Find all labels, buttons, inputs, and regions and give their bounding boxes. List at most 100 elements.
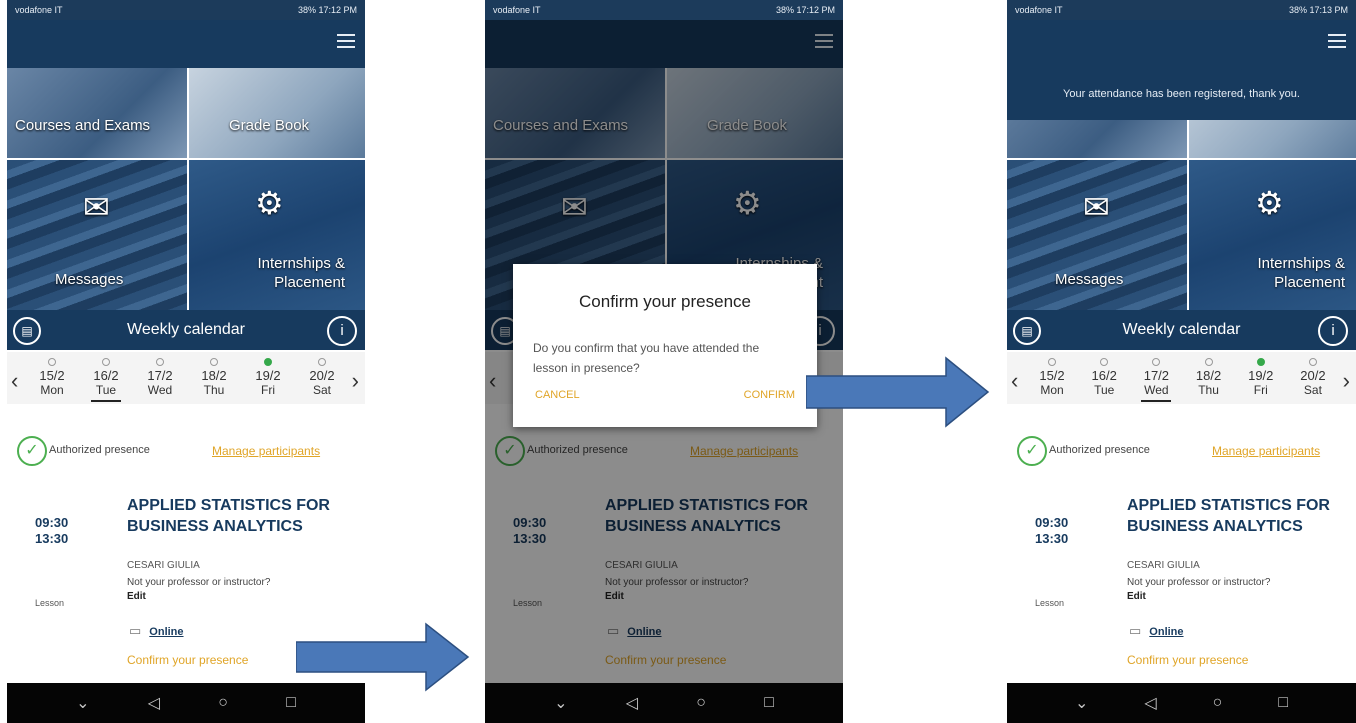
recents-icon[interactable]: □ [1278, 694, 1288, 712]
edit-link[interactable]: Edit [127, 591, 146, 602]
android-nav-bar: ⌄ ◁ ○ □ [485, 683, 843, 723]
status-bar: vodafone IT 38% 17:12 PM [7, 0, 365, 20]
hide-keyboard-icon[interactable]: ⌄ [76, 693, 89, 713]
day-item[interactable]: 20/2Sat [299, 352, 345, 404]
day-item[interactable]: 15/2Mon [1029, 352, 1075, 404]
tile-courses-exams[interactable]: Courses and Exams [7, 68, 187, 158]
hide-keyboard-icon[interactable]: ⌄ [554, 693, 567, 713]
carrier-label: vodafone IT [1015, 5, 1063, 15]
info-icon[interactable]: i [327, 316, 357, 346]
back-icon[interactable]: ◁ [1144, 693, 1156, 713]
hamburger-icon[interactable] [337, 34, 355, 48]
authorized-presence-label: Authorized presence [1049, 444, 1150, 456]
info-icon[interactable]: i [1318, 316, 1348, 346]
tile-label: Messages [1055, 271, 1124, 288]
carrier-label: vodafone IT [15, 5, 63, 15]
edit-link[interactable]: Edit [1127, 591, 1146, 602]
day-item[interactable]: 19/2Fri [245, 352, 291, 404]
hamburger-icon[interactable] [1328, 34, 1346, 48]
tile-label: Internships &Placement [257, 255, 345, 291]
tile-messages[interactable]: ✉ Messages [7, 160, 187, 310]
day-item[interactable]: 18/2Thu [191, 352, 237, 404]
tile-label: Courses and Exams [15, 117, 151, 134]
course-title: APPLIED STATISTICS FOR BUSINESS ANALYTICS [1127, 497, 1330, 535]
hide-keyboard-icon[interactable]: ⌄ [1075, 693, 1088, 713]
day-item-selected[interactable]: 16/2Tue [83, 352, 129, 404]
next-week-arrow-icon[interactable]: › [352, 368, 359, 394]
professor-name: CESARI GIULIA [127, 560, 200, 571]
status-bar: vodafone IT 38% 17:13 PM [1007, 0, 1356, 20]
status-bar: vodafone IT 38% 17:12 PM [485, 0, 843, 20]
flow-arrow-2-icon [806, 356, 990, 428]
authorized-presence-label: Authorized presence [49, 444, 150, 456]
tile-grid: Courses and Exams Grade Book ✉ Messages … [7, 68, 365, 310]
battery-time: 38% 17:12 PM [775, 5, 835, 15]
presence-row: ✓ Authorized presence Manage participant… [7, 434, 365, 470]
video-icon: ▭ [129, 623, 142, 638]
prev-week-arrow-icon[interactable]: ‹ [1011, 368, 1018, 394]
lesson-times: 09:30 13:30 [1035, 515, 1069, 546]
confirm-presence-link[interactable]: Confirm your presence [127, 653, 248, 667]
day-item[interactable]: 19/2Fri [1238, 352, 1284, 404]
day-item[interactable]: 16/2 Tue [1081, 352, 1127, 404]
briefcase-icon: ⚙ [255, 185, 284, 221]
tile-messages[interactable]: ✉ Messages [1007, 160, 1187, 310]
app-bar [1007, 20, 1356, 68]
recents-icon[interactable]: □ [286, 694, 296, 712]
professor-question: Not your professor or instructor? [1127, 577, 1271, 588]
online-row: ▭ Online [1129, 623, 1184, 639]
day-item[interactable]: 15/2Mon [29, 352, 75, 404]
weekly-calendar-bar: ▤ Weekly calendar i [1007, 310, 1356, 350]
professor-name: CESARI GIULIA [1127, 560, 1200, 571]
screen-1: vodafone IT 38% 17:12 PM Courses and Exa… [7, 0, 365, 723]
day-item-selected[interactable]: 17/2 Wed [1133, 352, 1179, 404]
tile-label: Messages [55, 271, 124, 288]
tile-internships[interactable]: ⚙ Internships &Placement [1189, 160, 1356, 310]
tile-internships[interactable]: ⚙ Internships &Placement [189, 160, 365, 310]
next-week-arrow-icon[interactable]: › [1343, 368, 1350, 394]
recents-icon[interactable]: □ [764, 694, 774, 712]
cancel-button[interactable]: CANCEL [535, 389, 580, 401]
screen-2: vodafone IT 38% 17:12 PM Courses and Exa… [485, 0, 843, 723]
battery-time: 38% 17:12 PM [297, 5, 357, 15]
calendar-title: Weekly calendar [127, 321, 245, 338]
carrier-label: vodafone IT [493, 5, 541, 15]
tile-grade-book[interactable]: Grade Book [189, 68, 365, 158]
day-strip: ‹ 15/2Mon 16/2Tue 17/2Wed 18/2Thu 19/2Fr… [7, 352, 365, 404]
video-icon: ▭ [1129, 623, 1142, 638]
confirm-presence-link[interactable]: Confirm your presence [1127, 653, 1248, 667]
home-icon[interactable]: ○ [1213, 694, 1223, 712]
check-circle-icon: ✓ [17, 436, 47, 466]
back-icon[interactable]: ◁ [626, 693, 638, 713]
lesson-type: Lesson [35, 598, 65, 608]
attendance-toast: Your attendance has been registered, tha… [1007, 68, 1356, 120]
day-item[interactable]: 20/2Sat [1290, 352, 1336, 404]
day-item[interactable]: 17/2Wed [137, 352, 183, 404]
tile-label: Grade Book [229, 117, 310, 134]
online-link[interactable]: Online [1149, 626, 1183, 638]
dialog-body: Do you confirm that you have attended th… [533, 341, 760, 375]
day-strip: ‹ 15/2Mon 16/2Tue 17/2Wed 18/2Thu 19/2Fr… [1007, 352, 1356, 404]
lesson-card: 09:30 13:30 Lesson APPLIED STATISTICS FOR… [1007, 485, 1356, 685]
online-link[interactable]: Online [149, 626, 183, 638]
manage-participants-link[interactable]: Manage participants [1212, 444, 1320, 458]
messages-icon: ✉ [83, 189, 110, 225]
weekly-calendar-bar: ▤ Weekly calendar i [7, 310, 365, 350]
tile-label: Internships &Placement [1257, 255, 1345, 291]
check-circle-icon: ✓ [1017, 436, 1047, 466]
lesson-times: 09:30 13:30 [35, 515, 69, 546]
confirm-button[interactable]: CONFIRM [744, 389, 795, 401]
android-nav-bar: ⌄ ◁ ○ □ [1007, 683, 1356, 723]
manage-participants-link[interactable]: Manage participants [212, 444, 320, 458]
home-icon[interactable]: ○ [218, 694, 228, 712]
prev-week-arrow-icon[interactable]: ‹ [11, 368, 18, 394]
app-bar [7, 20, 365, 68]
lesson-type: Lesson [1035, 598, 1065, 608]
day-item[interactable]: 18/2Thu [1186, 352, 1232, 404]
back-icon[interactable]: ◁ [148, 693, 160, 713]
presence-row: ✓ Authorized presence Manage participant… [1007, 434, 1356, 470]
home-icon[interactable]: ○ [696, 694, 706, 712]
professor-question: Not your professor or instructor? [127, 577, 271, 588]
messages-icon: ✉ [1083, 189, 1110, 225]
dialog-title: Confirm your presence [579, 292, 751, 311]
